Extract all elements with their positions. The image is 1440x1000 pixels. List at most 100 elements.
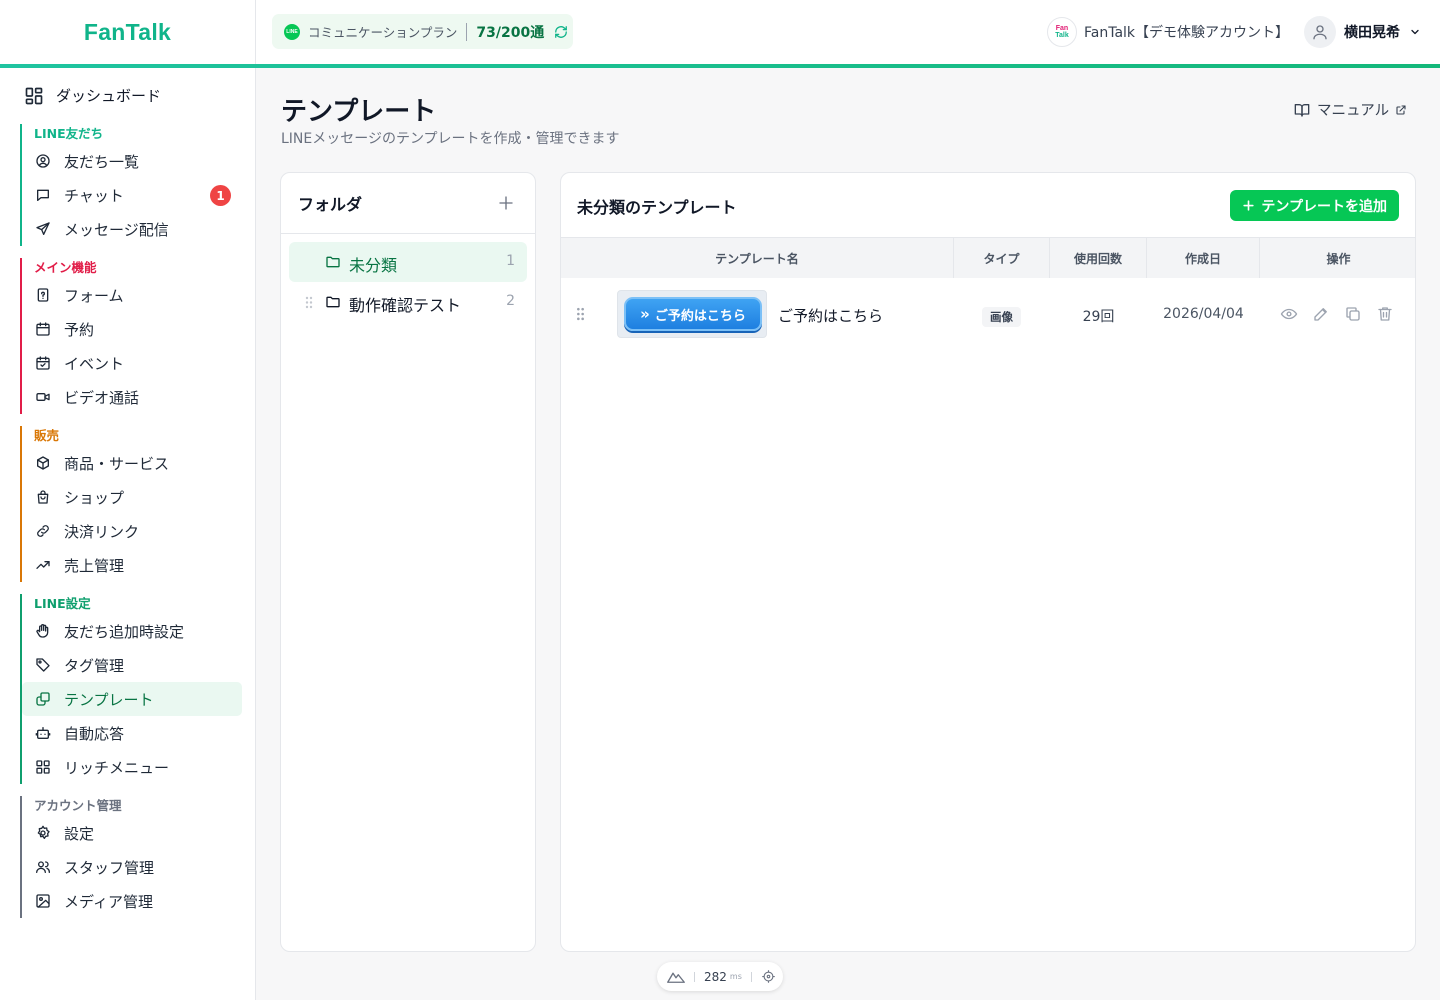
- sidebar-item-label: 設定: [64, 824, 95, 843]
- trash-icon[interactable]: [1376, 305, 1394, 323]
- sidebar-item[interactable]: ビデオ通話: [22, 380, 242, 414]
- thumbnail-reservation-button: » ご予約はこちら: [624, 297, 762, 331]
- sidebar-item[interactable]: テンプレート: [22, 682, 242, 716]
- sidebar-item[interactable]: 売上管理: [22, 548, 242, 582]
- sidebar-section-title: アカウント管理: [34, 798, 122, 813]
- sidebar-item-label: イベント: [64, 354, 125, 373]
- sidebar-item-label: チャット: [64, 186, 124, 205]
- message-count: 73/200通: [476, 24, 545, 41]
- folder-count: 2: [506, 293, 515, 309]
- user-menu[interactable]: 横田晃希: [1304, 16, 1421, 48]
- sidebar-item[interactable]: メッセージ配信: [22, 212, 242, 246]
- add-folder-plus-icon[interactable]: [497, 194, 515, 212]
- sidebar-item[interactable]: メディア管理: [22, 884, 242, 918]
- app-logo[interactable]: FanTalk: [84, 19, 171, 46]
- account-name: FanTalk【デモ体験アカウント】: [1084, 25, 1290, 41]
- sidebar-item-label: リッチメニュー: [64, 758, 170, 777]
- sidebar-item[interactable]: 決済リンク: [22, 514, 242, 548]
- grid-icon: [36, 760, 50, 774]
- sidebar-item-label: メディア管理: [64, 892, 153, 911]
- link-icon: [37, 525, 49, 537]
- user-circle-icon: [36, 154, 50, 168]
- send-icon: [36, 222, 50, 235]
- sidebar-item-dashboard[interactable]: ダッシュボード: [24, 85, 161, 106]
- drag-handle-icon[interactable]: [576, 307, 585, 321]
- folder-icon: [326, 256, 340, 268]
- user-avatar-icon: [1304, 16, 1336, 48]
- template-thumbnail[interactable]: » ご予約はこちら: [617, 290, 767, 338]
- sidebar-item-label: メッセージ配信: [64, 220, 169, 239]
- dev-perf-widget[interactable]: 282 ms: [657, 962, 783, 991]
- user-name: 横田晃希: [1344, 25, 1400, 41]
- mountain-icon: [667, 972, 685, 983]
- folder-item-test[interactable]: 動作確認テスト 2: [289, 282, 527, 322]
- calendar-icon: [36, 322, 50, 336]
- folder-name: 動作確認テスト: [349, 296, 462, 315]
- refresh-icon[interactable]: [554, 25, 568, 39]
- folder-panel-title: フォルダ: [298, 195, 363, 214]
- add-template-button[interactable]: テンプレートを追加: [1230, 190, 1399, 221]
- sidebar-item[interactable]: 自動応答: [22, 716, 242, 750]
- sidebar-item[interactable]: スタッフ管理: [22, 850, 242, 884]
- pencil-icon[interactable]: [1312, 305, 1330, 323]
- copy-icon[interactable]: [1344, 305, 1362, 323]
- logo-area[interactable]: FanTalk: [0, 0, 256, 64]
- external-link-icon: [1396, 104, 1406, 115]
- sidebar-item-label: フォーム: [64, 286, 124, 305]
- page-subtitle: LINEメッセージのテンプレートを作成・管理できます: [281, 131, 620, 147]
- template-name[interactable]: ご予約はこちら: [778, 305, 883, 326]
- sidebar-item-label: 決済リンク: [64, 522, 140, 541]
- folder-panel: フォルダ 未分類 1 動作確認テスト 2: [280, 172, 536, 952]
- sidebar-item[interactable]: フォーム: [22, 278, 242, 312]
- account-switcher[interactable]: Fan Talk FanTalk【デモ体験アカウント】: [1047, 17, 1289, 47]
- column-header-usage[interactable]: 使用回数: [1050, 238, 1147, 278]
- column-header-name[interactable]: テンプレート名: [561, 238, 954, 278]
- template-created-date: 2026/04/04: [1163, 306, 1244, 322]
- sidebar-item[interactable]: タグ管理: [22, 648, 242, 682]
- sidebar-item-label: タグ管理: [64, 656, 125, 675]
- crosshair-icon[interactable]: [761, 969, 776, 984]
- table-row[interactable]: » ご予約はこちら ご予約はこちら 画像 29回 2026/04/04: [561, 278, 1415, 352]
- trending-up-icon: [36, 561, 50, 569]
- template-panel-title: 未分類のテンプレート: [577, 197, 737, 217]
- sidebar-item[interactable]: 商品・サービス: [22, 446, 242, 480]
- sidebar-item[interactable]: 設定: [22, 816, 242, 850]
- drag-handle-icon[interactable]: [305, 296, 313, 309]
- sidebar-item[interactable]: 友だち一覧: [22, 144, 242, 178]
- sidebar-item-label: 友だち一覧: [64, 152, 140, 171]
- top-header: FanTalk LINE コミュニケーションプラン 73/200通 Fan Ta…: [0, 0, 1440, 65]
- template-icon: [36, 692, 50, 706]
- sidebar-item[interactable]: リッチメニュー: [22, 750, 242, 784]
- unread-badge: 1: [210, 185, 231, 206]
- manual-link[interactable]: マニュアル: [1294, 99, 1407, 120]
- shopping-bag-icon: [37, 490, 49, 504]
- sidebar-item-label: テンプレート: [64, 690, 154, 709]
- sidebar-section-title: LINE設定: [34, 596, 91, 611]
- row-actions: [1280, 305, 1394, 323]
- eye-icon[interactable]: [1280, 305, 1298, 323]
- folder-icon: [326, 296, 340, 308]
- sidebar-item[interactable]: チャット 1: [22, 178, 242, 212]
- sidebar-section: メイン機能 フォーム 予約 イベント ビデオ通話: [20, 258, 244, 414]
- column-header-created[interactable]: 作成日: [1147, 238, 1260, 278]
- sidebar-item-label: 売上管理: [64, 556, 125, 575]
- page-title: テンプレート: [281, 97, 437, 127]
- calendar-check-icon: [36, 356, 50, 370]
- column-header-type[interactable]: タイプ: [954, 238, 1050, 278]
- chevron-down-icon[interactable]: [1409, 26, 1421, 38]
- tag-icon: [36, 658, 50, 672]
- folder-item-uncategorized[interactable]: 未分類 1: [289, 242, 527, 282]
- dashboard-icon: [25, 87, 43, 104]
- plan-name: コミュニケーションプラン: [308, 25, 458, 40]
- sidebar-item[interactable]: イベント: [22, 346, 242, 380]
- chat-bubble-icon: [37, 189, 49, 201]
- sidebar-item-label: 予約: [64, 320, 95, 339]
- sidebar-section-title: 販売: [34, 428, 60, 443]
- sidebar-section: 販売 商品・サービスショップ決済リンク売上管理: [20, 426, 244, 582]
- sidebar-item-label: 商品・サービス: [64, 454, 170, 473]
- folder-count: 1: [506, 253, 515, 269]
- sidebar-item[interactable]: ショップ: [22, 480, 242, 514]
- sidebar-item-label: ダッシュボード: [56, 87, 162, 105]
- sidebar-item[interactable]: 友だち追加時設定: [22, 614, 242, 648]
- sidebar-item[interactable]: 予約: [22, 312, 242, 346]
